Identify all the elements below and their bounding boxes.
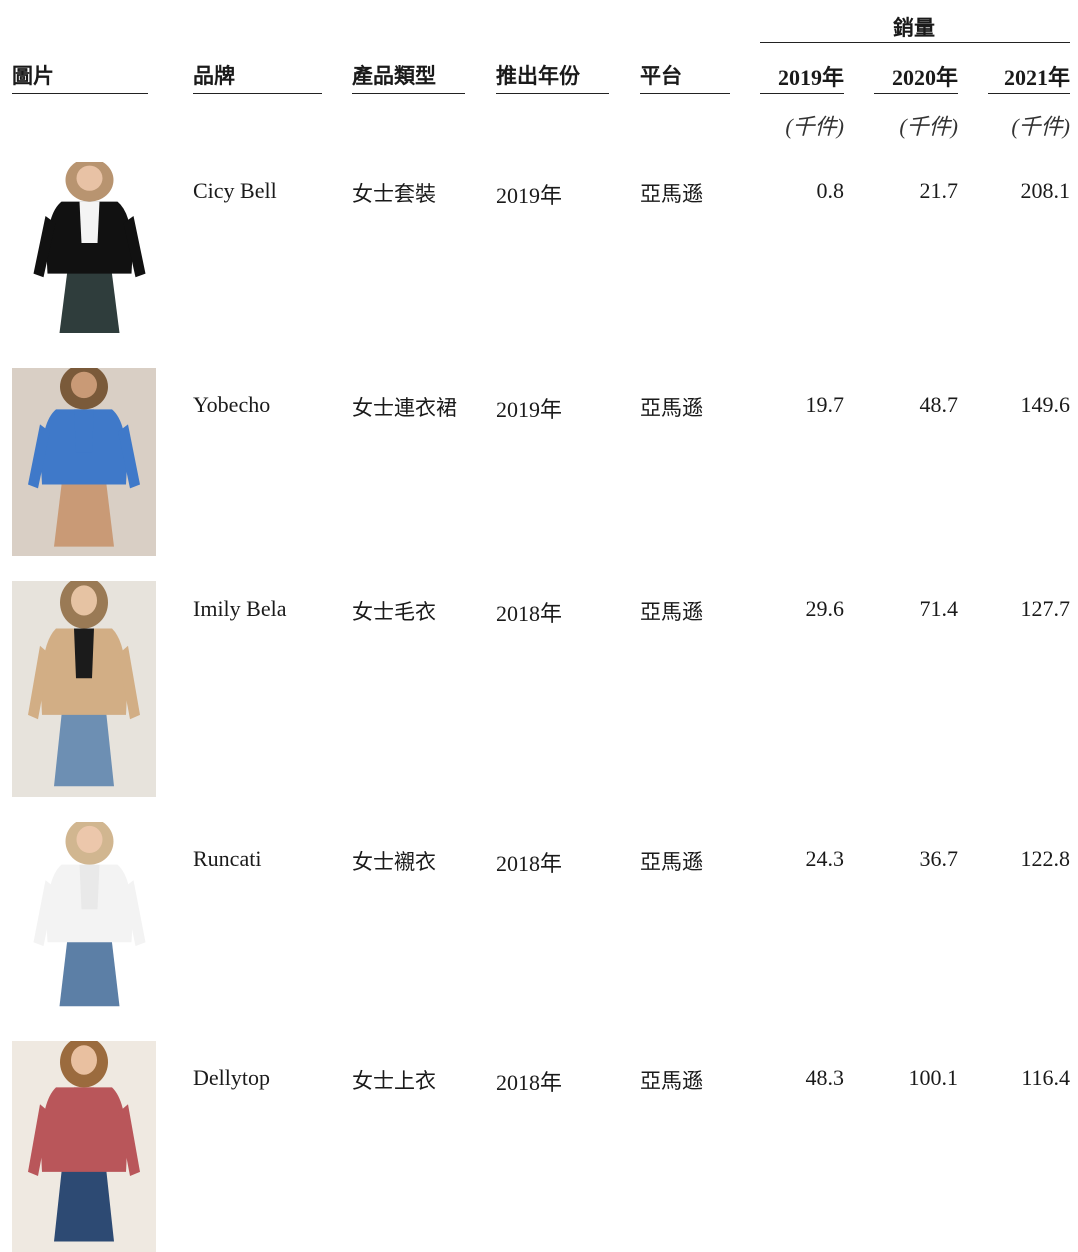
sales-2019-cell: 48.3 xyxy=(805,1065,845,1090)
platform-cell: 亞馬遜 xyxy=(640,182,703,206)
column-header-brand: 品牌 xyxy=(193,64,235,88)
sales-2020-cell: 21.7 xyxy=(919,178,959,203)
sales-2019-cell: 29.6 xyxy=(805,596,845,621)
column-header-2020: 2020年 xyxy=(891,65,958,90)
product-type-cell: 女士襯衣 xyxy=(352,850,436,874)
product-type-cell: 女士套裝 xyxy=(352,182,436,206)
sales-2021-cell: 116.4 xyxy=(1021,1065,1070,1090)
column-header-2019: 2019年 xyxy=(777,65,844,90)
sales-2020-cell: 71.4 xyxy=(919,596,959,621)
product-type-cell: 女士毛衣 xyxy=(352,600,436,624)
sales-2020-cell: 100.1 xyxy=(908,1065,959,1090)
platform-cell: 亞馬遜 xyxy=(640,600,703,624)
launch-year-cell: 2019年 xyxy=(496,183,563,208)
unit-label-2019: (千件) xyxy=(785,114,844,139)
sales-2021-cell: 127.7 xyxy=(1020,596,1071,621)
column-rule-brand xyxy=(193,93,322,94)
unit-label-2021: (千件) xyxy=(1011,114,1070,139)
unit-label-2020: (千件) xyxy=(899,114,958,139)
platform-cell: 亞馬遜 xyxy=(640,850,703,874)
sales-2020-cell: 48.7 xyxy=(919,392,959,417)
column-rule-launch-year xyxy=(496,93,609,94)
product-type-cell: 女士上衣 xyxy=(352,1069,436,1093)
launch-year-cell: 2018年 xyxy=(496,851,563,876)
product-photo xyxy=(12,162,167,342)
brand-cell: Runcati xyxy=(193,846,262,871)
column-rule-2020 xyxy=(874,93,958,94)
column-header-platform: 平台 xyxy=(640,64,682,88)
sales-2021-cell: 208.1 xyxy=(1020,178,1071,203)
column-rule-product-type xyxy=(352,93,465,94)
sales-volume-group-header: 銷量 xyxy=(893,16,935,40)
platform-cell: 亞馬遜 xyxy=(640,1069,703,1093)
product-photo xyxy=(12,581,156,797)
column-rule-2019 xyxy=(760,93,844,94)
sales-2019-cell: 19.7 xyxy=(805,392,845,417)
column-header-2021: 2021年 xyxy=(1003,65,1070,90)
launch-year-cell: 2018年 xyxy=(496,1070,563,1095)
product-photo xyxy=(12,1041,156,1252)
sales-2021-cell: 122.8 xyxy=(1020,846,1071,871)
column-rule-2021 xyxy=(988,93,1070,94)
column-header-product-type: 產品類型 xyxy=(352,64,436,88)
column-header-image: 圖片 xyxy=(12,64,54,88)
platform-cell: 亞馬遜 xyxy=(640,396,703,420)
column-rule-platform xyxy=(640,93,730,94)
sales-2020-cell: 36.7 xyxy=(919,846,959,871)
product-photo xyxy=(12,368,156,556)
launch-year-cell: 2018年 xyxy=(496,601,563,626)
sales-2019-cell: 0.8 xyxy=(816,178,845,203)
sales-2021-cell: 149.6 xyxy=(1020,392,1071,417)
product-photo xyxy=(12,822,167,1016)
launch-year-cell: 2019年 xyxy=(496,397,563,422)
column-rule-image xyxy=(12,93,148,94)
brand-cell: Yobecho xyxy=(193,392,271,417)
brand-cell: Cicy Bell xyxy=(193,178,277,203)
column-header-launch-year: 推出年份 xyxy=(496,64,580,88)
sales-2019-cell: 24.3 xyxy=(805,846,845,871)
brand-cell: Imily Bela xyxy=(193,596,287,621)
brand-cell: Dellytop xyxy=(193,1065,270,1090)
product-type-cell: 女士連衣裙 xyxy=(352,396,457,420)
sales-volume-group-rule xyxy=(760,42,1070,43)
